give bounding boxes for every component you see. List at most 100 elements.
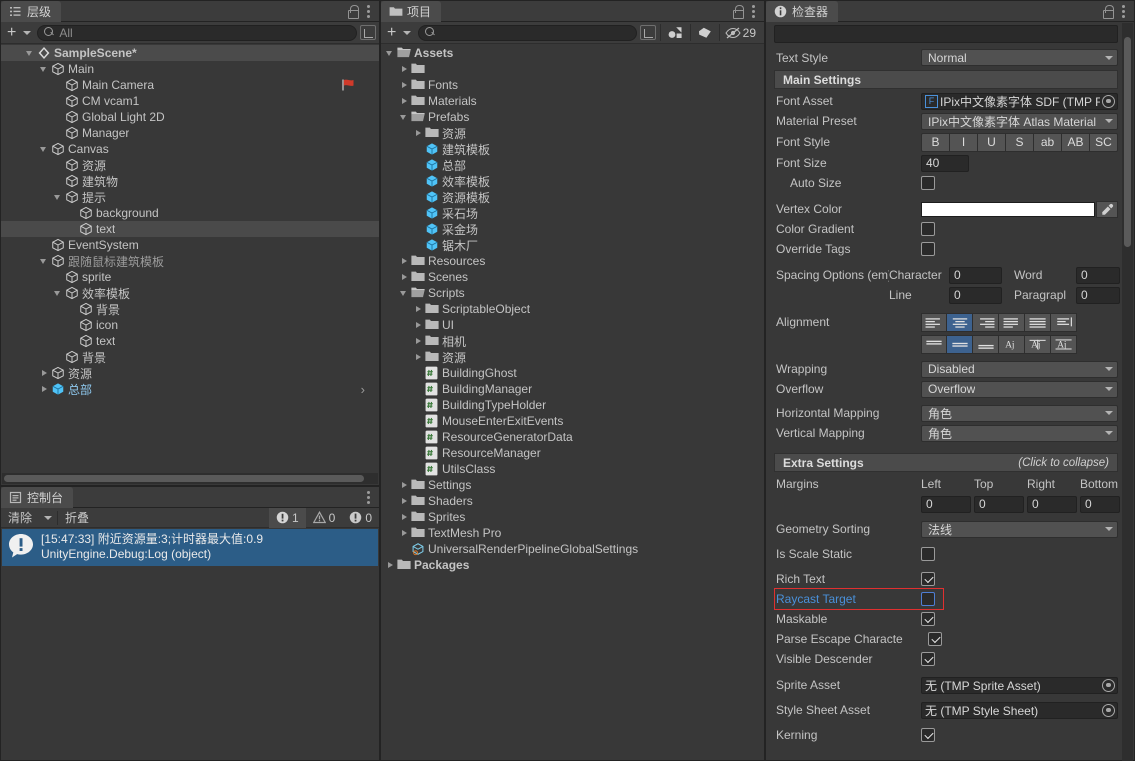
tree-row[interactable]: Manager xyxy=(1,125,379,141)
console-collapse-button[interactable]: 折叠 xyxy=(58,509,96,527)
save-search-icon[interactable] xyxy=(639,25,656,40)
tree-row[interactable] xyxy=(381,61,764,77)
disclosure-triangle-icon[interactable] xyxy=(399,493,411,509)
disclosure-triangle-icon[interactable] xyxy=(399,77,411,93)
tree-row[interactable]: Main xyxy=(1,61,379,77)
object-picker-icon[interactable] xyxy=(1102,703,1115,717)
console-menu-icon[interactable] xyxy=(367,490,371,504)
align-baseline-button[interactable]: Aj xyxy=(999,334,1025,354)
auto-size-checkbox[interactable] xyxy=(921,176,935,190)
save-search-icon[interactable] xyxy=(360,25,376,40)
tree-row[interactable]: 总部 › xyxy=(1,381,379,397)
overflow-dropdown[interactable]: Overflow xyxy=(921,380,1118,398)
tree-row[interactable]: BuildingTypeHolder xyxy=(381,397,764,413)
hierarchy-tree[interactable]: SampleScene* Main Main Camera CM vcam1 Globa… xyxy=(1,45,379,473)
disclosure-triangle-icon[interactable] xyxy=(53,285,65,301)
object-picker-icon[interactable] xyxy=(1102,678,1115,692)
align-midline-button[interactable]: Aj xyxy=(1025,334,1051,354)
sprite-asset-objectfield[interactable]: 无 (TMP Sprite Asset) xyxy=(921,676,1118,694)
tree-row[interactable]: 效率模板 xyxy=(1,285,379,301)
hierarchy-hscrollbar[interactable] xyxy=(2,473,378,484)
project-filter-label-button[interactable] xyxy=(691,24,719,41)
lock-icon[interactable] xyxy=(1102,5,1114,19)
project-filter-type-button[interactable] xyxy=(661,24,690,41)
disclosure-triangle-icon[interactable] xyxy=(53,189,65,205)
tree-row[interactable]: text xyxy=(1,333,379,349)
disclosure-triangle-icon[interactable] xyxy=(39,141,51,157)
tree-row[interactable]: Scripts xyxy=(381,285,764,301)
parse-escape-checkbox[interactable] xyxy=(928,632,942,646)
spacing-paragraph-input[interactable]: 0 xyxy=(1076,286,1120,304)
console-info-badge[interactable]: 1 xyxy=(268,507,306,528)
tree-row[interactable]: UI xyxy=(381,317,764,333)
font-style-button-u[interactable]: U xyxy=(978,132,1006,152)
tree-row[interactable]: 效率模板 xyxy=(381,173,764,189)
vertical-mapping-dropdown[interactable]: 角色 xyxy=(921,424,1118,442)
horizontal-mapping-dropdown[interactable]: 角色 xyxy=(921,404,1118,422)
tree-row[interactable]: 背景 xyxy=(1,349,379,365)
spacing-word-input[interactable]: 0 xyxy=(1076,266,1120,284)
align-middle-button[interactable] xyxy=(947,334,973,354)
tree-row[interactable]: 建筑物 xyxy=(1,173,379,189)
tree-row[interactable]: SampleScene* xyxy=(1,45,379,61)
tree-row[interactable]: EventSystem xyxy=(1,237,379,253)
tree-row[interactable]: Resources xyxy=(381,253,764,269)
override-tags-checkbox[interactable] xyxy=(921,242,935,256)
tab-project[interactable]: 项目 xyxy=(381,1,442,22)
console-warning-badge[interactable]: 0 xyxy=(306,508,343,528)
font-style-button-s[interactable]: S xyxy=(1006,132,1034,152)
open-prefab-chevron-icon[interactable]: › xyxy=(361,382,365,397)
rich-text-checkbox[interactable] xyxy=(921,572,935,586)
spacing-line-input[interactable]: 0 xyxy=(949,286,1002,304)
object-picker-icon[interactable] xyxy=(1102,94,1115,108)
tree-row[interactable]: icon xyxy=(1,317,379,333)
disclosure-triangle-icon[interactable] xyxy=(39,61,51,77)
font-asset-objectfield[interactable]: F IPix中文像素字体 SDF (TMP For xyxy=(921,92,1118,110)
margins-bottom-input[interactable]: 0 xyxy=(1080,495,1120,513)
disclosure-triangle-icon[interactable] xyxy=(399,285,411,301)
wrapping-dropdown[interactable]: Disabled xyxy=(921,360,1118,378)
tree-row[interactable]: TextMesh Pro xyxy=(381,525,764,541)
margins-right-input[interactable]: 0 xyxy=(1027,495,1077,513)
tab-console[interactable]: 控制台 xyxy=(1,487,74,508)
font-style-button-ab[interactable]: ab xyxy=(1034,132,1062,152)
tree-row[interactable]: Prefabs xyxy=(381,109,764,125)
eyedropper-icon[interactable] xyxy=(1096,200,1118,218)
console-error-badge[interactable]: 0 xyxy=(342,508,379,528)
raycast-target-checkbox[interactable] xyxy=(921,592,935,606)
align-top-button[interactable] xyxy=(921,334,947,354)
lock-icon[interactable] xyxy=(732,5,744,19)
font-style-button-ab[interactable]: AB xyxy=(1062,132,1090,152)
project-menu-icon[interactable] xyxy=(752,4,756,18)
tab-hierarchy[interactable]: 层级 xyxy=(1,1,62,22)
vertex-color-swatch[interactable] xyxy=(921,201,1095,217)
inspector-vscrollbar[interactable] xyxy=(1122,23,1133,761)
tree-row[interactable]: ResourceManager xyxy=(381,445,764,461)
disclosure-triangle-icon[interactable] xyxy=(399,109,411,125)
tree-row[interactable]: UtilsClass xyxy=(381,461,764,477)
lock-icon[interactable] xyxy=(347,5,359,19)
tree-row[interactable]: 建筑模板 xyxy=(381,141,764,157)
disclosure-triangle-icon[interactable] xyxy=(399,269,411,285)
align-right-button[interactable] xyxy=(973,312,999,332)
hierarchy-menu-icon[interactable] xyxy=(367,4,371,18)
disclosure-triangle-icon[interactable] xyxy=(385,557,397,573)
tree-row[interactable]: 背景 xyxy=(1,301,379,317)
tab-inspector[interactable]: 检查器 xyxy=(766,1,839,22)
align-justified-button[interactable] xyxy=(999,312,1025,332)
kerning-checkbox[interactable] xyxy=(921,728,935,742)
tree-row[interactable]: BuildingManager xyxy=(381,381,764,397)
disclosure-triangle-icon[interactable] xyxy=(25,45,37,61)
text-style-dropdown[interactable]: Normal xyxy=(921,49,1118,66)
tree-row[interactable]: UniversalRenderPipelineGlobalSettings xyxy=(381,541,764,557)
tree-row[interactable]: Shaders xyxy=(381,493,764,509)
style-sheet-asset-objectfield[interactable]: 无 (TMP Style Sheet) xyxy=(921,701,1118,719)
tree-row[interactable]: Fonts xyxy=(381,77,764,93)
tree-row[interactable]: Global Light 2D xyxy=(1,109,379,125)
align-flush-button[interactable] xyxy=(1025,312,1051,332)
font-style-button-i[interactable]: I xyxy=(950,132,978,152)
console-clear-button[interactable]: 清除 xyxy=(1,509,39,527)
font-size-input[interactable]: 40 xyxy=(921,154,969,172)
inspector-menu-icon[interactable] xyxy=(1122,4,1126,18)
tree-row[interactable]: 采石场 xyxy=(381,205,764,221)
